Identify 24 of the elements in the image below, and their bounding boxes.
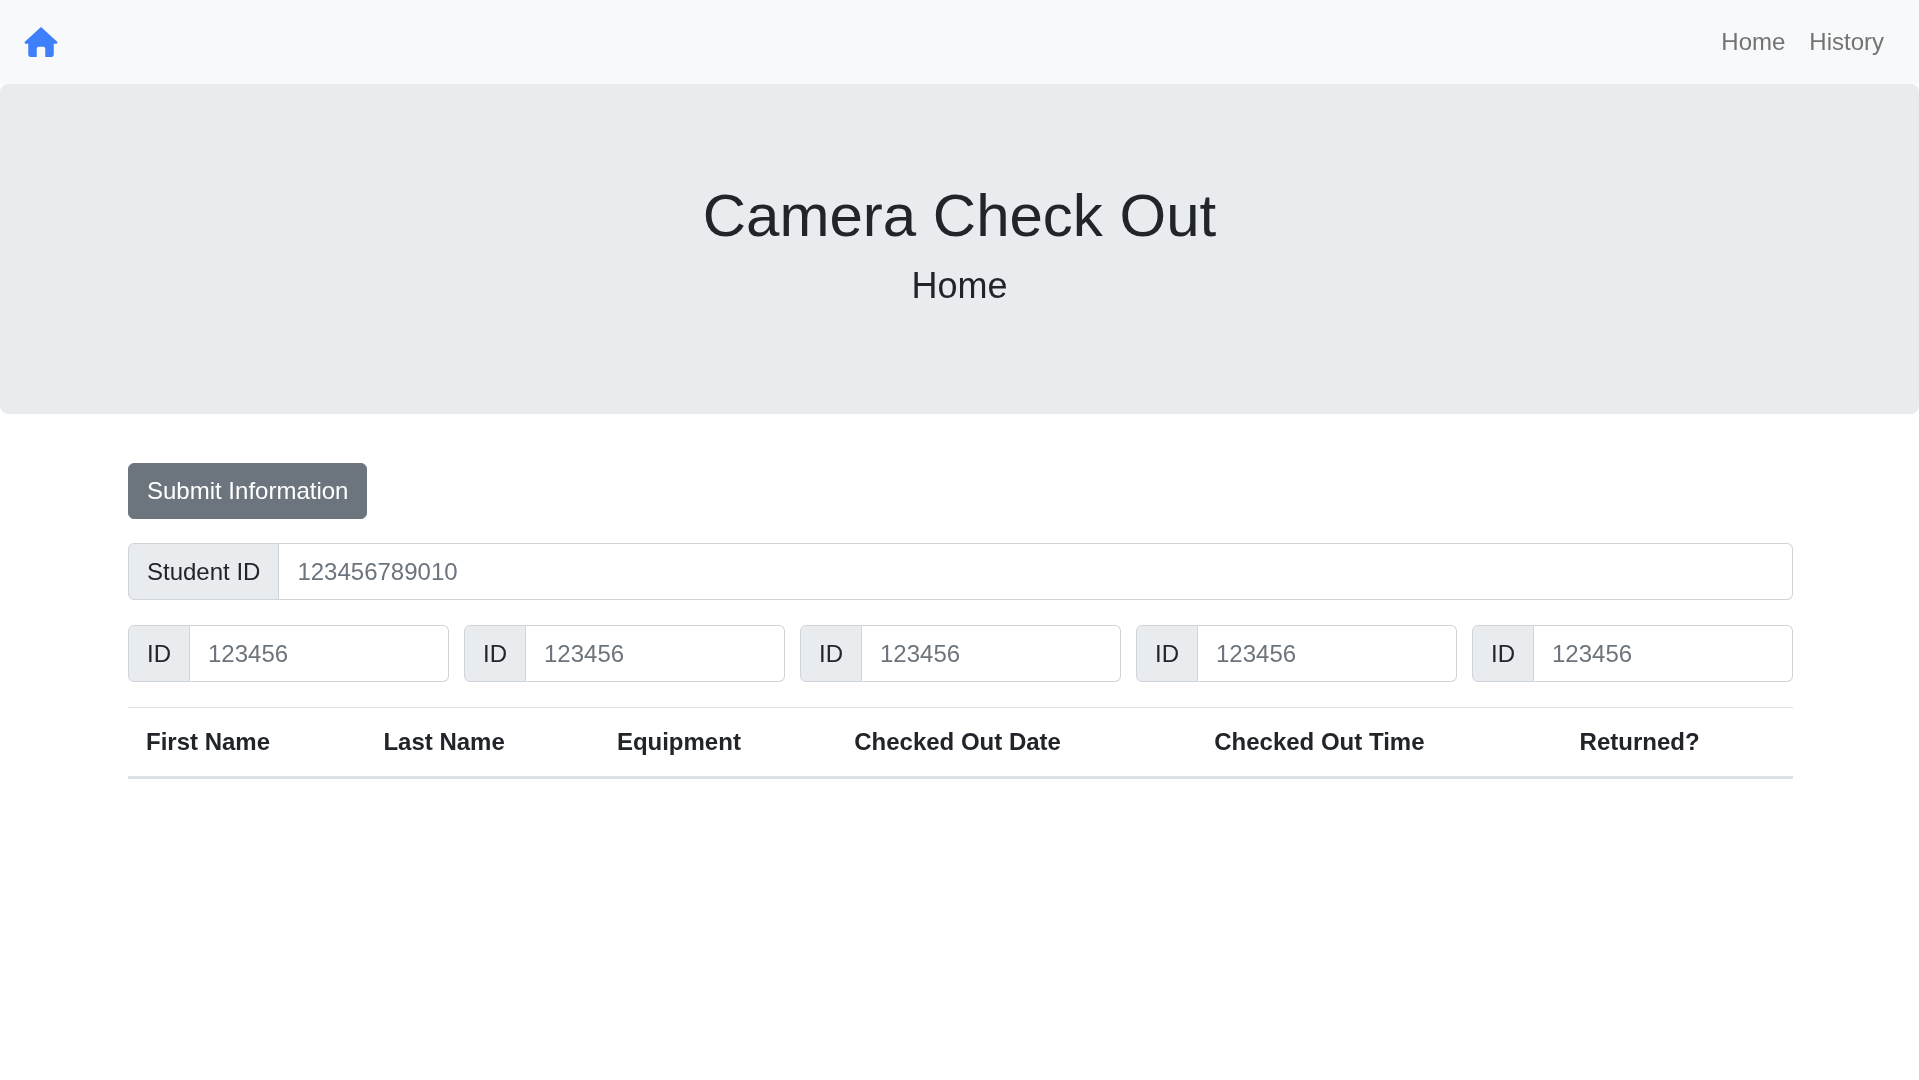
equipment-id-field[interactable]: 123456 — [526, 625, 785, 682]
column-header: Last Name — [365, 707, 599, 778]
home-icon[interactable] — [24, 27, 58, 57]
page-title: Camera Check Out — [702, 181, 1217, 251]
submit-button[interactable]: Submit Information — [128, 463, 368, 519]
equipment-id-field[interactable]: 123456 — [1534, 625, 1793, 682]
column-header: First Name — [128, 707, 366, 778]
student-id-field[interactable]: 123456789010 — [279, 543, 1793, 600]
id-label: ID — [1472, 625, 1534, 682]
equipment-id-field[interactable]: 123456 — [1198, 625, 1457, 682]
column-header: Equipment — [598, 707, 837, 778]
nav-link[interactable]: History — [1797, 15, 1896, 69]
column-header: Checked Out Time — [1196, 707, 1562, 778]
nav-link[interactable]: Home — [1709, 15, 1798, 69]
equipment-id-field[interactable]: 123456 — [190, 625, 449, 682]
equipment-id-field[interactable]: 123456 — [862, 625, 1121, 682]
id-label: ID — [1136, 625, 1198, 682]
page-subtitle: Home — [911, 264, 1008, 308]
id-label: ID — [464, 625, 526, 682]
id-label: ID — [800, 625, 862, 682]
id-label: ID — [128, 625, 190, 682]
column-header: Returned? — [1561, 707, 1793, 778]
student-id-label: Student ID — [128, 543, 280, 600]
column-header: Checked Out Date — [836, 707, 1197, 778]
